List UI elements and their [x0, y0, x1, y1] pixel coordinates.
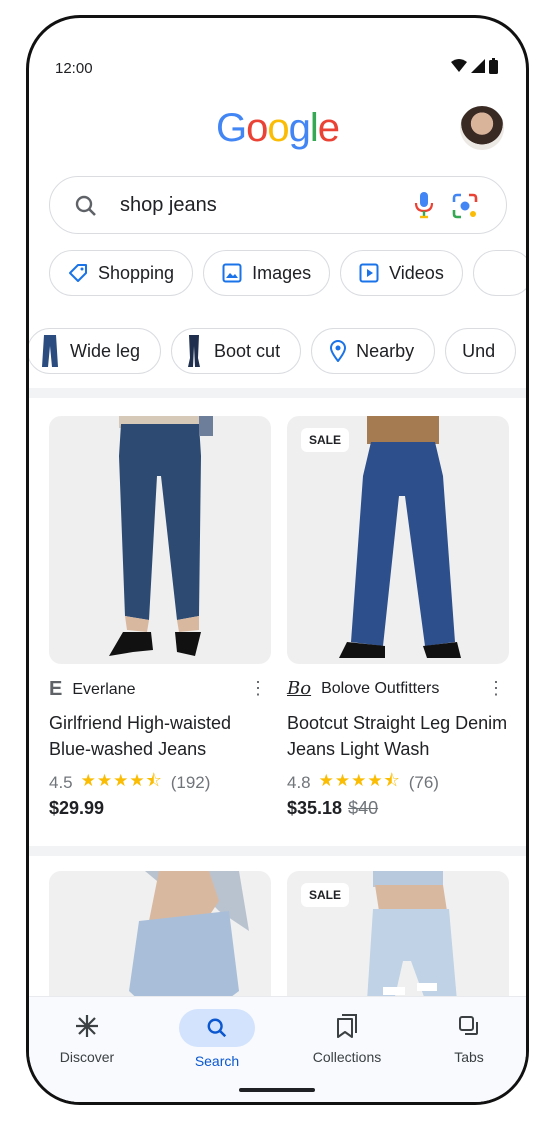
product-image[interactable]: SALE: [287, 416, 509, 664]
jeans-photo: [109, 416, 213, 656]
section-divider: [29, 846, 526, 856]
refine-label: Und: [462, 340, 496, 361]
refine-more[interactable]: Und: [445, 328, 517, 374]
merchant-name: Bolove Outfitters: [321, 679, 440, 697]
filter-shopping[interactable]: Shopping: [49, 250, 194, 296]
product-title[interactable]: Girlfriend High-waisted Blue-washed Jean…: [49, 710, 271, 762]
location-pin-icon: [330, 340, 347, 362]
nav-discover[interactable]: Discover: [37, 1009, 137, 1065]
mic-icon[interactable]: [414, 191, 434, 219]
search-icon: [179, 1009, 255, 1047]
status-time: 12:00: [55, 60, 93, 77]
merchant-name: Everlane: [72, 680, 136, 698]
google-logo: Google: [215, 106, 340, 150]
product-title[interactable]: Bootcut Straight Leg Denim Jeans Light W…: [287, 710, 509, 762]
refine-wide-leg[interactable]: Wide leg: [29, 328, 162, 374]
play-icon: [359, 263, 379, 283]
search-icon: [75, 195, 96, 216]
search-bar[interactable]: shop jeans: [49, 176, 507, 234]
rating-value: 4.5: [49, 772, 73, 792]
product-image[interactable]: [49, 416, 271, 664]
merchant[interactable]: E Everlane: [49, 678, 136, 701]
refine-label: Wide leg: [70, 340, 141, 361]
refine-label: Boot cut: [214, 340, 281, 361]
refine-label: Nearby: [356, 340, 415, 361]
filter-label: Videos: [389, 262, 444, 283]
refinement-chips: Wide leg Boot cut Nearby Und: [29, 328, 517, 374]
merchant-logo: E: [49, 678, 63, 700]
nav-label: Discover: [59, 1049, 115, 1065]
lens-icon[interactable]: [452, 193, 478, 219]
home-indicator[interactable]: [239, 1088, 315, 1092]
more-options-icon[interactable]: ⋮: [487, 678, 505, 699]
nav-search[interactable]: Search: [167, 1009, 267, 1069]
phone-frame: 12:00 Google shop jeans Shopping Images …: [26, 15, 529, 1105]
asterisk-icon: [37, 1009, 137, 1043]
product-card[interactable]: SALE Bo Bolove Outfitters ⋮ Bootcut Stra…: [287, 416, 509, 818]
price: $35.18: [287, 798, 343, 818]
battery-icon: [489, 58, 498, 74]
sale-badge: SALE: [301, 883, 350, 907]
review-count: (192): [170, 772, 211, 792]
collections-icon: [297, 1009, 397, 1043]
price: $29.99: [49, 798, 105, 818]
more-options-icon[interactable]: ⋮: [249, 678, 267, 699]
jeans-photo: [339, 416, 461, 658]
nav-label: Collections: [312, 1049, 382, 1065]
signal-icon: [471, 59, 485, 73]
bottom-navigation: Discover Search Collections Tabs: [29, 996, 526, 1102]
product-price: $29.99: [49, 798, 104, 819]
refine-nearby[interactable]: Nearby: [311, 328, 436, 374]
refine-boot-cut[interactable]: Boot cut: [171, 328, 302, 374]
image-icon: [222, 263, 242, 283]
review-count: (76): [408, 772, 439, 792]
jeans-thumbnail: [188, 335, 201, 367]
filter-videos[interactable]: Videos: [340, 250, 463, 296]
product-rating: 4.8 ★★★★⯪ (76): [287, 768, 439, 797]
rating-value: 4.8: [287, 772, 311, 792]
product-price: $35.18 $40: [287, 798, 378, 819]
nav-tabs[interactable]: Tabs: [419, 1009, 519, 1065]
search-query[interactable]: shop jeans: [120, 194, 217, 217]
merchant-logo: Bo: [287, 678, 312, 699]
account-avatar[interactable]: [460, 106, 504, 150]
filter-label: Images: [252, 262, 312, 283]
jeans-thumbnail: [42, 335, 58, 367]
product-card[interactable]: E Everlane ⋮ Girlfriend High-waisted Blu…: [49, 416, 271, 818]
section-divider: [29, 388, 526, 398]
filter-label: Shopping: [98, 262, 175, 283]
search-filter-chips: Shopping Images Videos: [49, 250, 526, 296]
sale-badge: SALE: [301, 428, 350, 452]
status-icons: [451, 58, 498, 74]
filter-more[interactable]: [472, 250, 526, 296]
product-rating: 4.5 ★★★★⯪ (192): [49, 768, 210, 797]
tag-icon: [69, 264, 87, 282]
nav-collections[interactable]: Collections: [297, 1009, 397, 1065]
merchant[interactable]: Bo Bolove Outfitters: [287, 678, 439, 699]
original-price: $40: [348, 798, 379, 818]
star-rating-icon: ★★★★⯪: [80, 771, 163, 790]
star-rating-icon: ★★★★⯪: [318, 771, 401, 790]
nav-label: Search: [194, 1053, 240, 1069]
wifi-icon: [451, 59, 467, 72]
tabs-icon: [419, 1009, 519, 1043]
filter-images[interactable]: Images: [203, 250, 331, 296]
nav-label: Tabs: [454, 1049, 484, 1065]
